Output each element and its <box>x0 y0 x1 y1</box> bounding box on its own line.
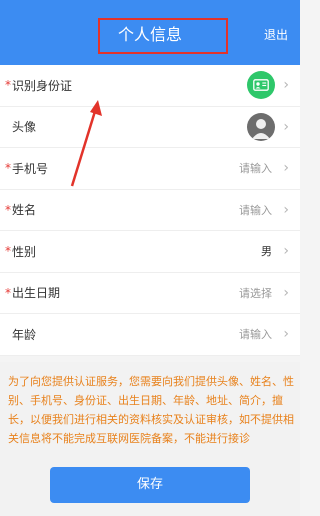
chevron-right-icon: › <box>283 284 289 301</box>
page-title: 个人信息 <box>117 25 182 44</box>
row-name[interactable]: * 姓名 请输入 › <box>0 190 300 231</box>
row-avatar[interactable]: 头像 › <box>0 107 300 148</box>
row-id-card[interactable]: * 识别身份证 › <box>0 65 300 107</box>
row-phone[interactable]: * 手机号 请输入 › <box>0 148 300 190</box>
required-mark: * <box>5 202 11 217</box>
row-age[interactable]: 年龄 请输入 › <box>0 314 300 356</box>
row-label: 出生日期 <box>12 286 61 301</box>
save-button[interactable]: 保存 <box>50 467 250 503</box>
required-mark: * <box>5 244 11 259</box>
row-label: 性别 <box>12 244 37 259</box>
row-label: 姓名 <box>12 203 37 218</box>
row-birth-date[interactable]: * 出生日期 请选择 › <box>0 273 300 314</box>
id-card-icon[interactable] <box>247 71 275 99</box>
profile-form: * 识别身份证 › 头像 › * 手机号 请输入 › * 姓名 请输入 › * … <box>0 65 300 356</box>
required-mark: * <box>5 78 11 93</box>
phone-input[interactable]: 请输入 <box>239 160 272 176</box>
name-input[interactable]: 请输入 <box>239 202 272 218</box>
row-label: 头像 <box>12 120 37 135</box>
row-label: 识别身份证 <box>12 78 73 93</box>
age-input[interactable]: 请输入 <box>239 326 272 342</box>
header-bar: 个人信息 退出 <box>0 0 300 65</box>
row-gender[interactable]: * 性别 男 › <box>0 231 300 273</box>
chevron-right-icon: › <box>283 243 289 260</box>
chevron-right-icon: › <box>283 160 289 177</box>
avatar-icon[interactable] <box>247 112 275 141</box>
row-label: 年龄 <box>12 327 37 342</box>
logout-button[interactable]: 退出 <box>264 26 288 44</box>
chevron-right-icon: › <box>283 77 289 94</box>
row-label: 手机号 <box>12 161 49 176</box>
gender-select[interactable]: 男 <box>261 243 272 259</box>
chevron-right-icon: › <box>283 201 289 218</box>
chevron-right-icon: › <box>283 326 289 343</box>
chevron-right-icon: › <box>283 118 289 135</box>
consent-text: 为了向您提供认证服务，您需要向我们提供头像、姓名、性别、手机号、身份证、出生日期… <box>8 375 294 445</box>
birth-date-picker[interactable]: 请选择 <box>239 285 272 301</box>
required-mark: * <box>5 285 11 300</box>
required-mark: * <box>5 161 11 176</box>
